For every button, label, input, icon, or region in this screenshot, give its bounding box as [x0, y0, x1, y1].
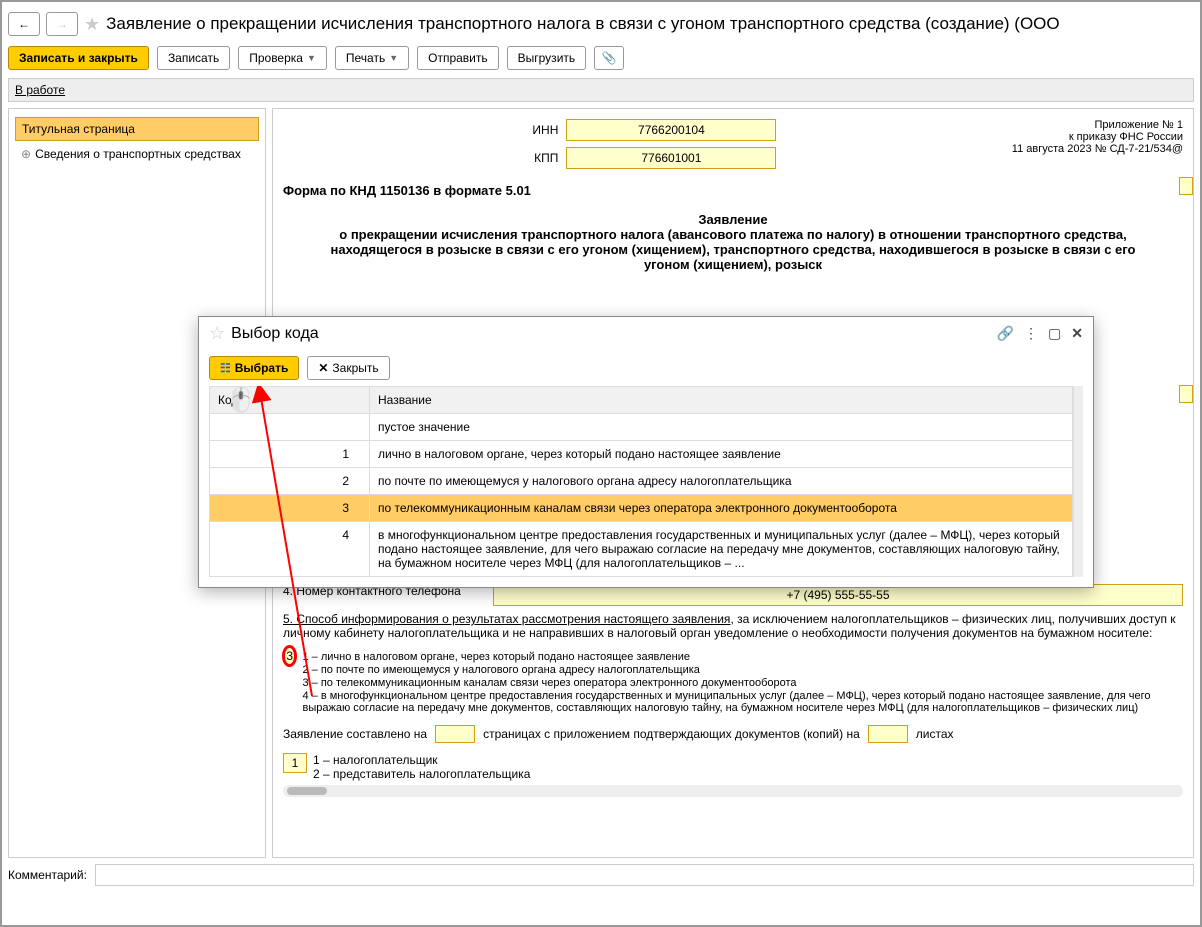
method-description: 5. Способ информирования о результатах р… — [283, 612, 1183, 640]
modal-title: Выбор кода — [231, 325, 990, 343]
maximize-icon[interactable]: ▢ — [1048, 325, 1061, 342]
partial-field-edge[interactable] — [1179, 385, 1193, 403]
close-label: Закрыть — [332, 361, 378, 375]
write-button[interactable]: Записать — [157, 46, 230, 70]
appendix-info: Приложение № 1 к приказу ФНС России 11 а… — [1012, 119, 1183, 169]
sidebar-item-vehicles[interactable]: Сведения о транспортных средствах — [15, 143, 259, 165]
compiled-label-a: Заявление составлено на — [283, 727, 427, 741]
cell-code: 2 — [210, 468, 370, 495]
appendix-line1: Приложение № 1 — [1012, 119, 1183, 131]
inn-label: ИНН — [518, 123, 558, 137]
pages-field[interactable] — [435, 725, 475, 743]
col-name-header[interactable]: Название — [370, 387, 1073, 414]
send-button[interactable]: Отправить — [417, 46, 499, 70]
favorite-star-icon[interactable]: ★ — [84, 14, 100, 35]
attachments-field[interactable] — [868, 725, 908, 743]
cell-code: 3 — [210, 495, 370, 522]
status-inwork-link[interactable]: В работе — [15, 83, 65, 97]
cell-name: по телекоммуникационным каналам связи че… — [370, 495, 1073, 522]
select-button[interactable]: ☷ Выбрать — [209, 356, 299, 380]
save-close-button[interactable]: Записать и закрыть — [8, 46, 149, 70]
compiled-label-c: листах — [916, 727, 954, 741]
method-code-field[interactable]: 3 — [283, 646, 296, 666]
comment-input[interactable] — [95, 864, 1194, 886]
close-icon[interactable]: ✕ — [1071, 325, 1083, 342]
sidebar-item-title-page[interactable]: Титульная страница — [15, 117, 259, 141]
page-title: Заявление о прекращении исчисления транс… — [106, 14, 1059, 34]
close-button[interactable]: ✕ Закрыть — [307, 356, 389, 380]
table-row[interactable]: 4в многофункциональном центре предоставл… — [210, 522, 1073, 577]
comment-label: Комментарий: — [8, 868, 87, 882]
method-option-4: 4 – в многофункциональном центре предост… — [302, 690, 1183, 714]
declarant-code-field[interactable]: 1 — [283, 753, 307, 773]
chevron-down-icon: ▼ — [389, 53, 398, 63]
select-icon: ☷ — [220, 361, 231, 375]
inn-field[interactable]: 7766200104 — [566, 119, 776, 141]
vertical-scrollbar[interactable] — [1073, 386, 1083, 577]
table-row[interactable]: 2по почте по имеющемуся у налогового орг… — [210, 468, 1073, 495]
cell-name: пустое значение — [370, 414, 1073, 441]
appendix-line3: 11 августа 2023 № СД-7-21/534@ — [1012, 143, 1183, 155]
method-option-1: 1 – лично в налоговом органе, через кото… — [302, 651, 1183, 663]
appendix-line2: к приказу ФНС России — [1012, 131, 1183, 143]
print-label: Печать — [346, 51, 385, 65]
code-table: Код Название пустое значение 1лично в на… — [209, 386, 1073, 577]
method-underline-text: 5. Способ информирования о результатах р… — [283, 612, 730, 626]
close-icon: ✕ — [318, 361, 328, 375]
partial-field-edge[interactable] — [1179, 177, 1193, 195]
table-row-selected[interactable]: 3по телекоммуникационным каналам связи ч… — [210, 495, 1073, 522]
method-option-3: 3 – по телекоммуникационным каналам связ… — [302, 677, 1183, 689]
cell-name: лично в налоговом органе, через который … — [370, 441, 1073, 468]
col-code-header[interactable]: Код — [210, 387, 370, 414]
table-row[interactable]: пустое значение — [210, 414, 1073, 441]
cell-name: по почте по имеющемуся у налогового орга… — [370, 468, 1073, 495]
select-label: Выбрать — [235, 361, 289, 375]
method-option-2: 2 – по почте по имеющемуся у налогового … — [302, 664, 1183, 676]
check-button[interactable]: Проверка ▼ — [238, 46, 327, 70]
form-code: Форма по КНД 1150136 в формате 5.01 — [283, 183, 1183, 198]
document-title: Заявление о прекращении исчисления транс… — [323, 212, 1143, 272]
kpp-field[interactable]: 776601001 — [566, 147, 776, 169]
cell-code: 1 — [210, 441, 370, 468]
forward-button[interactable]: → — [46, 12, 78, 36]
status-bar: В работе — [8, 78, 1194, 102]
declarant-options: 1 – налогоплательщик 2 – представитель н… — [313, 753, 530, 781]
compiled-label-b: страницах с приложением подтверждающих д… — [483, 727, 860, 741]
paperclip-icon: 📎 — [602, 51, 617, 65]
kpp-label: КПП — [518, 151, 558, 165]
table-row[interactable]: 1лично в налоговом органе, через который… — [210, 441, 1073, 468]
cell-code — [210, 414, 370, 441]
code-select-dialog: ☆ Выбор кода 🔗 ⋮ ▢ ✕ ☷ Выбрать ✕ Закрыть… — [198, 316, 1094, 588]
check-label: Проверка — [249, 51, 303, 65]
declarant-option-1: 1 – налогоплательщик — [313, 753, 530, 767]
link-icon[interactable]: 🔗 — [997, 325, 1014, 342]
print-button[interactable]: Печать ▼ — [335, 46, 409, 70]
favorite-star-icon[interactable]: ☆ — [209, 323, 225, 344]
export-button[interactable]: Выгрузить — [507, 46, 587, 70]
back-button[interactable]: ← — [8, 12, 40, 36]
cell-name: в многофункциональном центре предоставле… — [370, 522, 1073, 577]
cell-code: 4 — [210, 522, 370, 577]
declarant-option-2: 2 – представитель налогоплательщика — [313, 767, 530, 781]
attach-button[interactable]: 📎 — [594, 46, 624, 70]
more-icon[interactable]: ⋮ — [1024, 325, 1038, 342]
horizontal-scrollbar[interactable] — [283, 785, 1183, 797]
chevron-down-icon: ▼ — [307, 53, 316, 63]
method-options-list: 1 – лично в налоговом органе, через кото… — [302, 650, 1183, 715]
